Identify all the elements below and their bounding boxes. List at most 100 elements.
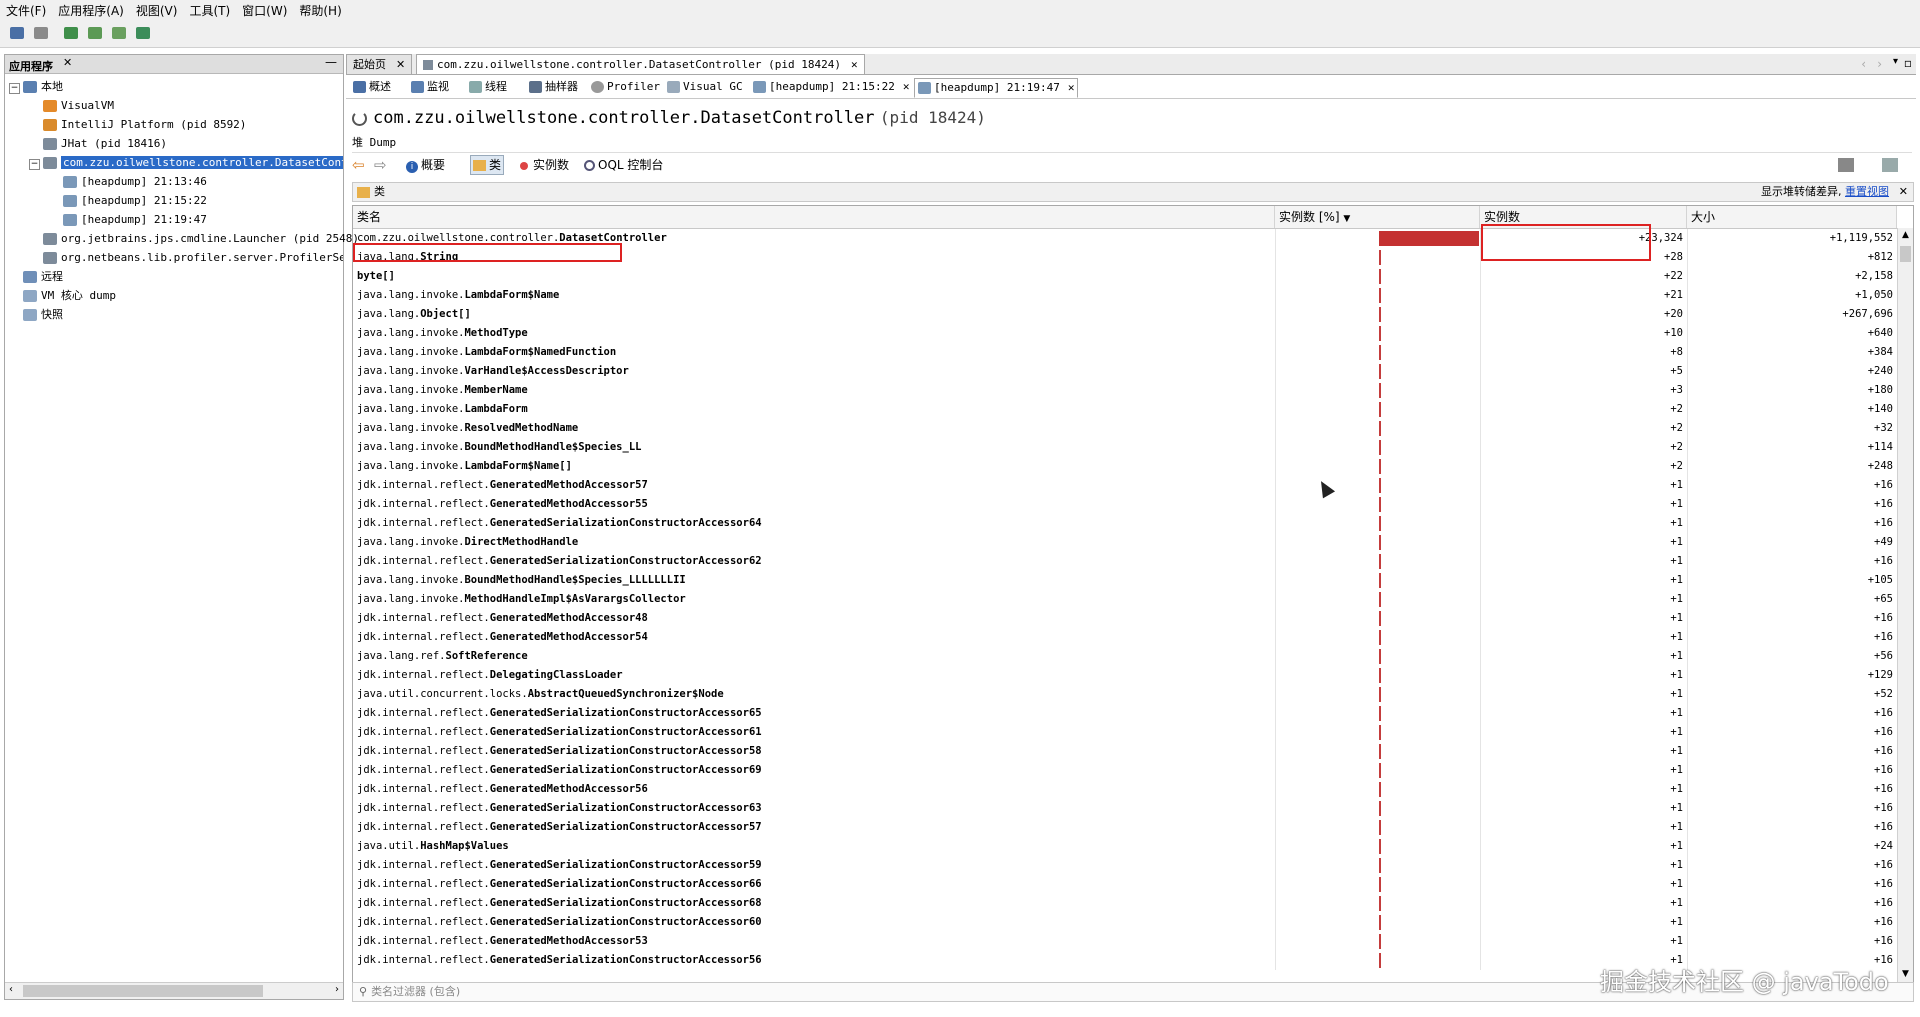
tree-node-intellij[interactable]: IntelliJ Platform (pid 8592) — [43, 116, 246, 134]
table-row[interactable]: jdk.internal.reflect.GeneratedSerializat… — [353, 514, 1897, 533]
table-row[interactable]: java.lang.invoke.ResolvedMethodName +2 +32 — [353, 419, 1897, 438]
close-icon[interactable]: ✕ — [63, 56, 72, 69]
table-row[interactable]: java.lang.Object[] +20 +267,696 — [353, 305, 1897, 324]
load-snapshot-button[interactable] — [6, 23, 28, 43]
table-row[interactable]: com.zzu.oilwellstone.controller.DatasetC… — [353, 229, 1897, 248]
table-row[interactable]: java.lang.invoke.DirectMethodHandle +1 +49 — [353, 533, 1897, 552]
table-row[interactable]: java.lang.invoke.MethodHandleImpl$AsVara… — [353, 590, 1897, 609]
table-row[interactable]: jdk.internal.reflect.GeneratedSerializat… — [353, 799, 1897, 818]
table-row[interactable]: byte[] +22 +2,158 — [353, 267, 1897, 286]
column-instances-percent[interactable]: 实例数 [%] ▼ — [1275, 206, 1480, 228]
table-row[interactable]: jdk.internal.reflect.GeneratedSerializat… — [353, 818, 1897, 837]
table-row[interactable]: jdk.internal.reflect.GeneratedSerializat… — [353, 742, 1897, 761]
reset-view-link[interactable]: 重置视图 — [1845, 185, 1889, 198]
table-row[interactable]: java.lang.invoke.MethodType +10 +640 — [353, 324, 1897, 343]
tab-start-page[interactable]: 起始页 ✕ — [346, 54, 413, 74]
table-row[interactable]: jdk.internal.reflect.GeneratedMethodAcce… — [353, 628, 1897, 647]
table-row[interactable]: jdk.internal.reflect.GeneratedSerializat… — [353, 761, 1897, 780]
tree-node-jps-launcher[interactable]: org.jetbrains.jps.cmdline.Launcher (pid … — [43, 230, 359, 248]
horizontal-scrollbar[interactable]: ‹ › — [5, 982, 343, 999]
summary-button[interactable]: i 概要 — [406, 156, 445, 174]
tab-profiler[interactable]: Profiler — [588, 78, 663, 96]
table-row[interactable]: java.lang.invoke.MemberName +3 +180 — [353, 381, 1897, 400]
table-row[interactable]: jdk.internal.reflect.GeneratedSerializat… — [353, 552, 1897, 571]
table-row[interactable]: jdk.internal.reflect.GeneratedSerializat… — [353, 913, 1897, 932]
table-row[interactable]: jdk.internal.reflect.GeneratedSerializat… — [353, 723, 1897, 742]
close-icon[interactable]: ✕ — [1899, 183, 1908, 201]
table-row[interactable]: java.lang.invoke.VarHandle$AccessDescrip… — [353, 362, 1897, 381]
tree-node-vm-core-dump[interactable]: VM 核心 dump — [23, 287, 116, 305]
collapse-icon[interactable]: − — [29, 159, 40, 170]
close-icon[interactable]: ✕ — [903, 80, 910, 93]
table-row[interactable]: java.lang.invoke.LambdaForm$NamedFunctio… — [353, 343, 1897, 362]
tab-heapdump-2[interactable]: [heapdump] 21:19:47 ✕ — [914, 78, 1079, 98]
heap-dump-button[interactable] — [84, 23, 106, 43]
thread-dump-button[interactable] — [108, 23, 130, 43]
table-row[interactable]: jdk.internal.reflect.GeneratedMethodAcce… — [353, 609, 1897, 628]
table-row[interactable]: java.lang.invoke.LambdaForm$Name[] +2 +248 — [353, 457, 1897, 476]
table-row[interactable]: java.util.concurrent.locks.AbstractQueue… — [353, 685, 1897, 704]
table-row[interactable]: java.lang.invoke.BoundMethodHandle$Speci… — [353, 571, 1897, 590]
tab-sampler[interactable]: 抽样器 — [526, 78, 581, 96]
table-row[interactable]: jdk.internal.reflect.GeneratedSerializat… — [353, 894, 1897, 913]
save-heap-icon[interactable] — [1838, 158, 1854, 172]
table-row[interactable]: java.lang.invoke.LambdaForm$Name +21 +1,05… — [353, 286, 1897, 305]
scrollbar-thumb[interactable] — [1900, 246, 1911, 262]
table-row[interactable]: jdk.internal.reflect.GeneratedMethodAcce… — [353, 495, 1897, 514]
scrollbar-thumb[interactable] — [23, 985, 263, 997]
menu-tools[interactable]: 工具(T) — [183, 0, 236, 19]
tree-node-heapdump-1[interactable]: [heapdump] 21:13:46 — [63, 173, 207, 191]
tree-node-visualvm[interactable]: VisualVM — [43, 97, 114, 115]
scroll-down-icon[interactable]: ▼ — [1898, 967, 1913, 982]
column-instances[interactable]: 实例数 — [1480, 206, 1687, 228]
table-row[interactable]: java.lang.String +28 +812 — [353, 248, 1897, 267]
save-button[interactable] — [30, 23, 52, 43]
column-size[interactable]: 大小 — [1687, 206, 1897, 228]
tab-datasetcontroller[interactable]: com.zzu.oilwellstone.controller.DatasetC… — [416, 54, 865, 74]
classes-button[interactable]: 类 — [470, 155, 505, 175]
column-class-name[interactable]: 类名 — [353, 206, 1275, 228]
snapshot-button[interactable] — [132, 23, 154, 43]
menu-help[interactable]: 帮助(H) — [293, 0, 347, 19]
table-row[interactable]: jdk.internal.reflect.GeneratedMethodAcce… — [353, 932, 1897, 951]
instances-button[interactable]: 实例数 — [520, 156, 569, 174]
compare-heap-icon[interactable] — [1882, 158, 1898, 172]
table-row[interactable]: java.lang.invoke.LambdaForm +2 +140 — [353, 400, 1897, 419]
vertical-scrollbar[interactable]: ▲ ▼ — [1897, 228, 1913, 982]
menu-applications[interactable]: 应用程序(A) — [52, 0, 130, 19]
scroll-tabs-left-icon[interactable]: ‹ — [1861, 57, 1866, 71]
table-row[interactable]: jdk.internal.reflect.DelegatingClassLoad… — [353, 666, 1897, 685]
menu-view[interactable]: 视图(V) — [130, 0, 184, 19]
collapse-icon[interactable]: − — [9, 83, 20, 94]
table-row[interactable]: jdk.internal.reflect.GeneratedSerializat… — [353, 875, 1897, 894]
table-row[interactable]: jdk.internal.reflect.GeneratedMethodAcce… — [353, 476, 1897, 495]
table-row[interactable]: jdk.internal.reflect.GeneratedSerializat… — [353, 704, 1897, 723]
tree-node-heapdump-3[interactable]: [heapdump] 21:19:47 — [63, 211, 207, 229]
tab-monitor[interactable]: 监视 — [408, 78, 452, 96]
tab-threads[interactable]: 线程 — [466, 78, 510, 96]
scroll-up-icon[interactable]: ▲ — [1898, 228, 1913, 243]
close-icon[interactable]: ✕ — [851, 58, 858, 71]
menu-window[interactable]: 窗口(W) — [236, 0, 293, 19]
scroll-tabs-right-icon[interactable]: › — [1877, 57, 1882, 71]
maximize-icon[interactable]: ▫ — [1904, 56, 1912, 70]
tab-heapdump-1[interactable]: [heapdump] 21:15:22 ✕ — [750, 78, 912, 96]
table-row[interactable]: java.util.HashMap$Values +1 +24 — [353, 837, 1897, 856]
add-jmx-button[interactable] — [60, 23, 82, 43]
tree-node-jhat[interactable]: JHat (pid 18416) — [43, 135, 167, 153]
table-row[interactable]: java.lang.invoke.BoundMethodHandle$Speci… — [353, 438, 1897, 457]
forward-arrow-icon[interactable]: ⇨ — [374, 156, 387, 174]
tab-overview[interactable]: 概述 — [350, 78, 394, 96]
tree-node-datasetcontroller[interactable]: com.zzu.oilwellstone.controller.DatasetC… — [43, 154, 343, 172]
back-arrow-icon[interactable]: ⇦ — [352, 156, 365, 174]
tree-node-local[interactable]: 本地 — [23, 78, 63, 96]
table-row[interactable]: jdk.internal.reflect.GeneratedSerializat… — [353, 856, 1897, 875]
tab-list-icon[interactable]: ▾ — [1893, 56, 1898, 67]
tree-node-heapdump-2[interactable]: [heapdump] 21:15:22 — [63, 192, 207, 210]
close-icon[interactable]: ✕ — [1068, 81, 1075, 94]
tree-node-snapshots[interactable]: 快照 — [23, 306, 63, 324]
scroll-left-icon[interactable]: ‹ — [9, 984, 13, 995]
table-row[interactable]: java.lang.ref.SoftReference +1 +56 — [353, 647, 1897, 666]
close-icon[interactable]: ✕ — [396, 58, 405, 71]
oql-console-button[interactable]: OQL 控制台 — [584, 156, 663, 174]
